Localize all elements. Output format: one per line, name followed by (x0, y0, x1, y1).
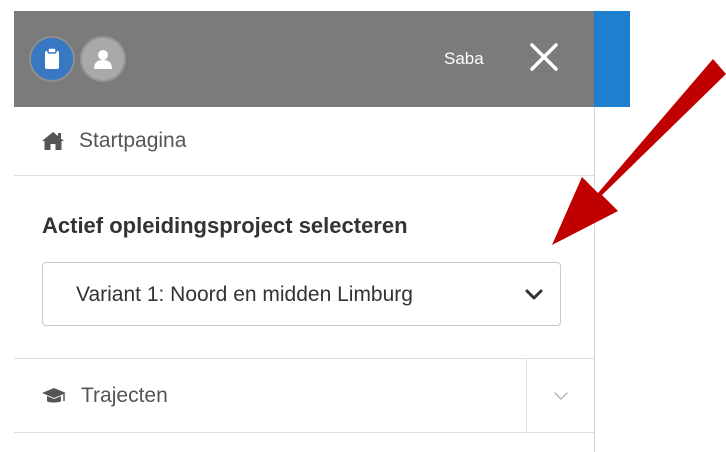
project-select-title: Actief opleidingsproject selecteren (42, 213, 408, 238)
nav-item-trajecten-row: Trajecten (14, 359, 594, 433)
graduation-cap-icon (41, 386, 69, 406)
user-icon (94, 50, 112, 69)
chevron-down-icon (525, 289, 543, 300)
nav-item-label: Startpagina (79, 129, 187, 152)
nav-item-startpagina[interactable]: Startpagina (14, 107, 594, 176)
clipboard-button[interactable] (31, 38, 73, 80)
home-icon (41, 130, 67, 152)
menu-header: Saba (14, 11, 594, 107)
clipboard-icon (45, 48, 59, 69)
side-menu-panel: Saba Startpagina Actief opleidingsprojec… (14, 11, 595, 452)
project-select-value: Variant 1: Noord en midden Limburg (76, 283, 413, 306)
project-select-dropdown[interactable]: Variant 1: Noord en midden Limburg (42, 262, 561, 326)
username: Saba (444, 49, 484, 68)
expand-trajecten-button[interactable] (527, 359, 594, 432)
chevron-down-icon (553, 391, 568, 400)
nav-item-trajecten[interactable]: Trajecten (14, 359, 527, 432)
page: Saba Startpagina Actief opleidingsprojec… (0, 0, 726, 452)
user-profile-button[interactable] (82, 38, 124, 80)
annotation-arrow-icon (552, 59, 726, 245)
nav-item-label: Trajecten (81, 383, 168, 407)
